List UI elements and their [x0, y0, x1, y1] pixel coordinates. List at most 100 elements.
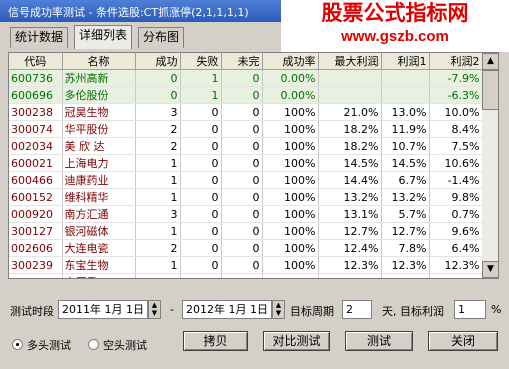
radio-short-test[interactable] — [88, 339, 99, 350]
table-cell: 0 — [221, 171, 263, 189]
percent-label: % — [491, 303, 502, 316]
table-cell: 002606 — [9, 239, 63, 257]
col-header-success-rate[interactable]: 成功率 — [262, 53, 319, 70]
table-cell: 100% — [262, 188, 319, 206]
table-cell: 0 — [180, 239, 222, 257]
target-period-label: 目标周期 — [290, 305, 334, 318]
col-header-success[interactable]: 成功 — [135, 53, 181, 70]
table-cell: 100% — [262, 205, 319, 223]
table-cell: 美 欣 达 — [62, 137, 136, 155]
table-cell: 南方汇通 — [62, 205, 136, 223]
target-profit-input[interactable]: 1 — [454, 300, 486, 319]
table-cell: 2 — [135, 137, 181, 155]
table-cell: 3 — [135, 205, 181, 223]
table-cell: 太原重工 — [62, 273, 136, 278]
table-cell: 多伦股份 — [62, 86, 136, 104]
start-date-spinner[interactable]: ▲ ▼ — [148, 300, 161, 319]
col-header-name[interactable]: 名称 — [62, 53, 136, 70]
table-row[interactable]: 300239 东宝生物 1 0 0 100% 12.3% 12.3% 12.3% — [9, 256, 483, 274]
table-row[interactable]: 000920 南方汇通 3 0 0 100% 13.1% 5.7% 0.7% — [9, 205, 483, 223]
radio-long-test[interactable] — [12, 339, 23, 350]
table-cell: 18.2% — [318, 120, 382, 138]
table-cell: 1 — [180, 86, 222, 104]
table-cell: 100% — [262, 137, 319, 155]
table-cell: 300239 — [9, 256, 63, 274]
table-cell: 14.4% — [318, 171, 382, 189]
table-cell: 0 — [180, 137, 222, 155]
vertical-scrollbar[interactable]: ▲ ▼ — [482, 53, 498, 278]
watermark-text: 股票公式指标网 — [321, 1, 469, 25]
tab-statistics[interactable]: 统计数据 — [10, 27, 68, 48]
table-cell: 0 — [221, 256, 263, 274]
table-cell: 0 — [180, 222, 222, 240]
radio-long-label[interactable]: 多头测试 — [27, 337, 71, 353]
tab-detail-list[interactable]: 详细列表 — [74, 25, 132, 49]
scroll-thumb[interactable] — [482, 70, 498, 110]
end-date-field[interactable]: 2012年 1月 1日 — [182, 300, 272, 319]
test-button[interactable]: 测试 — [345, 331, 413, 351]
table-row[interactable]: 002034 美 欣 达 2 0 0 100% 18.2% 10.7% 7.5% — [9, 137, 483, 155]
table-cell: 11.9% — [429, 273, 483, 278]
table-cell: 1 — [135, 222, 181, 240]
table-cell — [318, 86, 382, 104]
table-cell: 8.4% — [429, 120, 483, 138]
table-cell: 0.7% — [429, 205, 483, 223]
table-row[interactable]: 600736 苏州高新 0 1 0 0.00% -7.9% — [9, 69, 483, 87]
table-cell: 100% — [262, 256, 319, 274]
table-cell: -6.3% — [429, 86, 483, 104]
table-cell: 12.7% — [381, 222, 430, 240]
table-cell: 2 — [135, 120, 181, 138]
table-row[interactable]: 002606 大连电瓷 2 0 0 100% 12.4% 7.8% 6.4% — [9, 239, 483, 257]
table-row[interactable]: 600696 多伦股份 0 1 0 0.00% -6.3% — [9, 86, 483, 104]
table-cell: 0 — [180, 120, 222, 138]
table-cell: 1 — [135, 273, 181, 278]
table-row[interactable]: 600169太原重工100100%11.9%11.9%11.9% — [9, 273, 483, 278]
table-cell: 600021 — [9, 154, 63, 172]
table-cell: 苏州高新 — [62, 69, 136, 87]
col-header-unfinished[interactable]: 未完 — [221, 53, 263, 70]
table-cell: 迪康药业 — [62, 171, 136, 189]
table-cell: 12.3% — [429, 256, 483, 274]
target-profit-label: 天, 目标利润 — [382, 305, 444, 318]
table-cell: 600152 — [9, 188, 63, 206]
table-cell: 0 — [221, 86, 263, 104]
radio-short-label[interactable]: 空头测试 — [103, 337, 147, 353]
window-title: 信号成功率测试 - 条件选股:CT抓涨停(2,1,1,1,1) — [8, 6, 249, 19]
table-cell: 18.2% — [318, 137, 382, 155]
compare-test-button[interactable]: 对比测试 — [263, 331, 330, 351]
table-cell: 100% — [262, 239, 319, 257]
target-period-input[interactable]: 2 — [342, 300, 372, 319]
table-cell: 300127 — [9, 222, 63, 240]
table-cell: 0 — [221, 120, 263, 138]
col-header-fail[interactable]: 失败 — [180, 53, 222, 70]
end-date-spinner[interactable]: ▲ ▼ — [272, 300, 285, 319]
start-date-field[interactable]: 2011年 1月 1日 — [58, 300, 148, 319]
table-row[interactable]: 300238 冠昊生物 3 0 0 100% 21.0% 13.0% 10.0% — [9, 103, 483, 121]
table-row[interactable]: 600466 迪康药业 1 0 0 100% 14.4% 6.7% -1.4% — [9, 171, 483, 189]
table-row[interactable]: 300127 银河磁体 1 0 0 100% 12.7% 12.7% 9.6% — [9, 222, 483, 240]
table-cell: 冠昊生物 — [62, 103, 136, 121]
copy-button[interactable]: 拷贝 — [183, 331, 248, 351]
col-header-code[interactable]: 代码 — [9, 53, 63, 70]
table-row[interactable]: 600152 维科精华 1 0 0 100% 13.2% 13.2% 9.8% — [9, 188, 483, 206]
close-button[interactable]: 关闭 — [428, 331, 498, 351]
table-row[interactable]: 600021 上海电力 1 0 0 100% 14.5% 14.5% 10.6% — [9, 154, 483, 172]
table-cell: 0 — [221, 137, 263, 155]
table-cell — [318, 69, 382, 87]
col-header-profit2[interactable]: 利润2 — [429, 53, 483, 70]
scroll-up-icon[interactable]: ▲ — [482, 53, 498, 70]
table-cell: 大连电瓷 — [62, 239, 136, 257]
table-cell: 5.7% — [381, 205, 430, 223]
table-row[interactable]: 300074 华平股份 2 0 0 100% 18.2% 11.9% 8.4% — [9, 120, 483, 138]
scroll-down-icon[interactable]: ▼ — [482, 261, 498, 278]
table-cell: 2 — [135, 239, 181, 257]
col-header-profit1[interactable]: 利润1 — [381, 53, 430, 70]
table-cell: 100% — [262, 154, 319, 172]
table-cell: 0 — [221, 273, 263, 278]
table-cell: 上海电力 — [62, 154, 136, 172]
tab-distribution[interactable]: 分布图 — [138, 27, 184, 48]
table-cell: 100% — [262, 103, 319, 121]
col-header-max-profit[interactable]: 最大利润 — [318, 53, 382, 70]
table-cell: 0 — [221, 103, 263, 121]
table-cell: 1 — [135, 256, 181, 274]
